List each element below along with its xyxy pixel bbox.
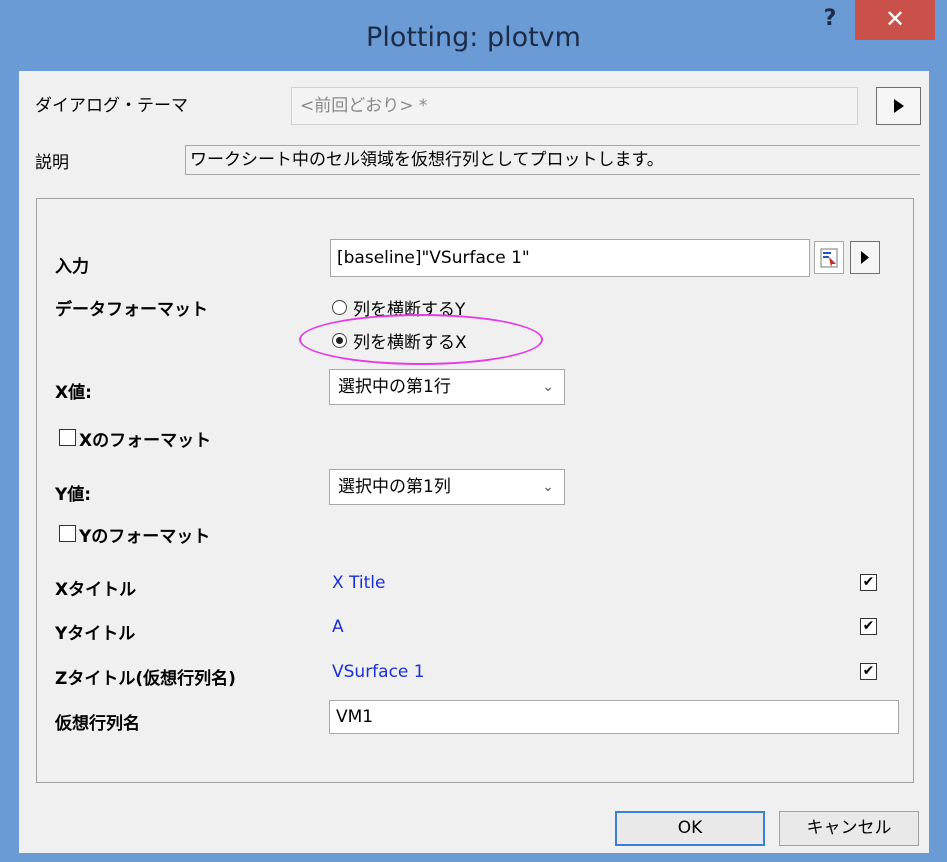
range-select-icon [820, 248, 838, 268]
help-button[interactable]: ? [808, 4, 852, 38]
x-title-checkbox[interactable]: ✔ [860, 574, 877, 591]
theme-select[interactable]: <前回どおり> * [291, 87, 858, 125]
dialog-window: Plotting: plotvm ? ✕ ダイアログ・テーマ <前回どおり> *… [0, 0, 947, 862]
highlight-ellipse [299, 314, 543, 365]
x-format-checkbox[interactable] [59, 429, 76, 446]
ok-button[interactable]: OK [615, 811, 765, 846]
vm-name-input[interactable]: VM1 [329, 700, 899, 734]
input-label: 入力 [55, 257, 89, 277]
description-text: ワークシート中のセル領域を仮想行列としてプロットします。 [185, 145, 920, 175]
x-title-label: Xタイトル [55, 580, 137, 600]
checkmark-icon: ✔ [862, 574, 875, 590]
input-range-field[interactable]: [baseline]"VSurface 1" [330, 239, 810, 277]
z-title-checkbox[interactable]: ✔ [860, 663, 877, 680]
x-title-value[interactable]: X Title [332, 573, 385, 593]
z-title-label: Zタイトル(仮想行列名) [55, 669, 236, 689]
x-values-selected: 選択中の第1行 [338, 377, 451, 397]
y-title-value[interactable]: A [332, 617, 344, 637]
title-bar[interactable]: Plotting: plotvm ? ✕ [0, 0, 947, 70]
select-range-button[interactable] [814, 241, 844, 274]
y-title-checkbox[interactable]: ✔ [860, 618, 877, 635]
y-format-label[interactable]: Yのフォーマット [79, 522, 210, 547]
description-label: 説明 [35, 153, 69, 173]
dialog-client: ダイアログ・テーマ <前回どおり> * 説明 ワークシート中のセル領域を仮想行列… [19, 71, 929, 853]
chevron-down-icon: ⌄ [542, 479, 554, 495]
theme-menu-button[interactable] [876, 87, 921, 125]
options-group: 入力 [baseline]"VSurface 1" データフォーマット 列を横断… [36, 198, 914, 783]
y-values-selected: 選択中の第1列 [338, 477, 451, 497]
window-title: Plotting: plotvm [366, 22, 581, 53]
theme-label: ダイアログ・テーマ [35, 96, 188, 116]
x-format-label[interactable]: Xのフォーマット [79, 426, 211, 451]
play-arrow-icon [861, 251, 869, 264]
input-menu-button[interactable] [850, 241, 880, 274]
x-values-select[interactable]: 選択中の第1行 ⌄ [329, 369, 565, 405]
z-title-value[interactable]: VSurface 1 [332, 662, 425, 682]
y-values-label: Y値: [55, 485, 92, 505]
checkmark-icon: ✔ [862, 618, 875, 634]
chevron-down-icon: ⌄ [542, 379, 554, 395]
y-values-select[interactable]: 選択中の第1列 ⌄ [329, 469, 565, 505]
y-title-label: Yタイトル [55, 624, 136, 644]
data-format-label: データフォーマット [55, 300, 208, 320]
checkmark-icon: ✔ [862, 663, 875, 679]
vm-name-label: 仮想行列名 [55, 714, 140, 734]
play-arrow-icon [893, 99, 904, 113]
y-format-checkbox[interactable] [59, 525, 76, 542]
cancel-button[interactable]: キャンセル [779, 811, 919, 846]
x-values-label: X値: [55, 383, 92, 403]
radio-format-y[interactable] [332, 300, 347, 315]
close-button[interactable]: ✕ [855, 0, 935, 40]
